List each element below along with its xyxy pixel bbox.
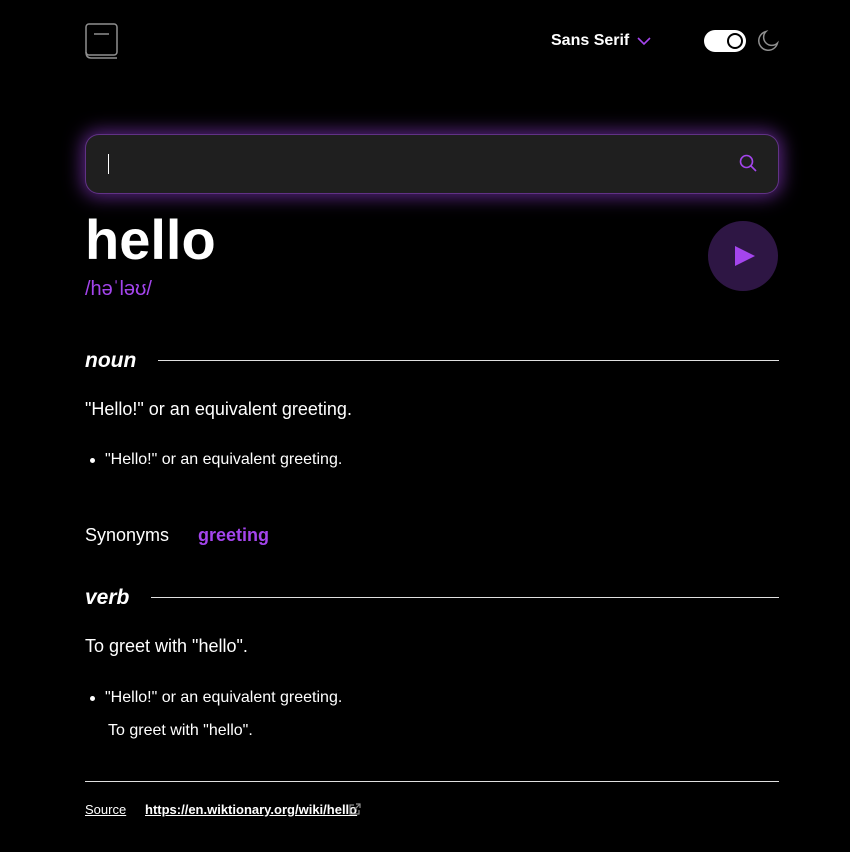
definition-item: "Hello!" or an equivalent greeting. [85,450,342,470]
section-divider [158,360,779,361]
search-icon[interactable] [739,154,757,172]
source-label: Source [85,802,127,817]
definition-list-verb: "Hello!" or an equivalent greeting. [85,688,342,708]
moon-icon [758,30,779,51]
font-select-label: Sans Serif [551,32,630,49]
search-bar [85,134,779,195]
section-divider [151,597,779,598]
word-title: hello [85,208,216,271]
phonetic-text: /həˈləʊ/ [85,278,152,300]
theme-toggle[interactable] [704,30,746,52]
book-icon[interactable] [85,23,119,60]
external-link-icon[interactable] [348,803,361,816]
definition-list-noun: "Hello!" or an equivalent greeting. [85,450,342,470]
chevron-down-icon [637,37,651,46]
search-input[interactable] [106,135,710,195]
definition-example: To greet with "hello". [108,722,253,739]
text-caret [108,154,109,174]
font-family-select[interactable]: Sans Serif [551,29,651,53]
synonyms-label: Synonyms [85,525,170,545]
footer-divider [85,781,779,782]
play-icon [735,246,755,266]
meaning-heading-verb: To greet with "hello". [85,636,248,656]
synonym-link-greeting[interactable]: greeting [198,524,269,546]
source-link[interactable]: https://en.wiktionary.org/wiki/hello [145,802,357,818]
part-of-speech-verb: verb [85,586,130,609]
toggle-knob [727,33,743,49]
part-of-speech-noun: noun [85,349,137,372]
meaning-heading-noun: "Hello!" or an equivalent greeting. [85,399,352,419]
definition-item: "Hello!" or an equivalent greeting. [85,688,342,708]
dictionary-page: Sans Serif hello /həˈləʊ/ noun "Hello!" … [0,0,850,852]
play-pronunciation-button[interactable] [708,221,778,291]
